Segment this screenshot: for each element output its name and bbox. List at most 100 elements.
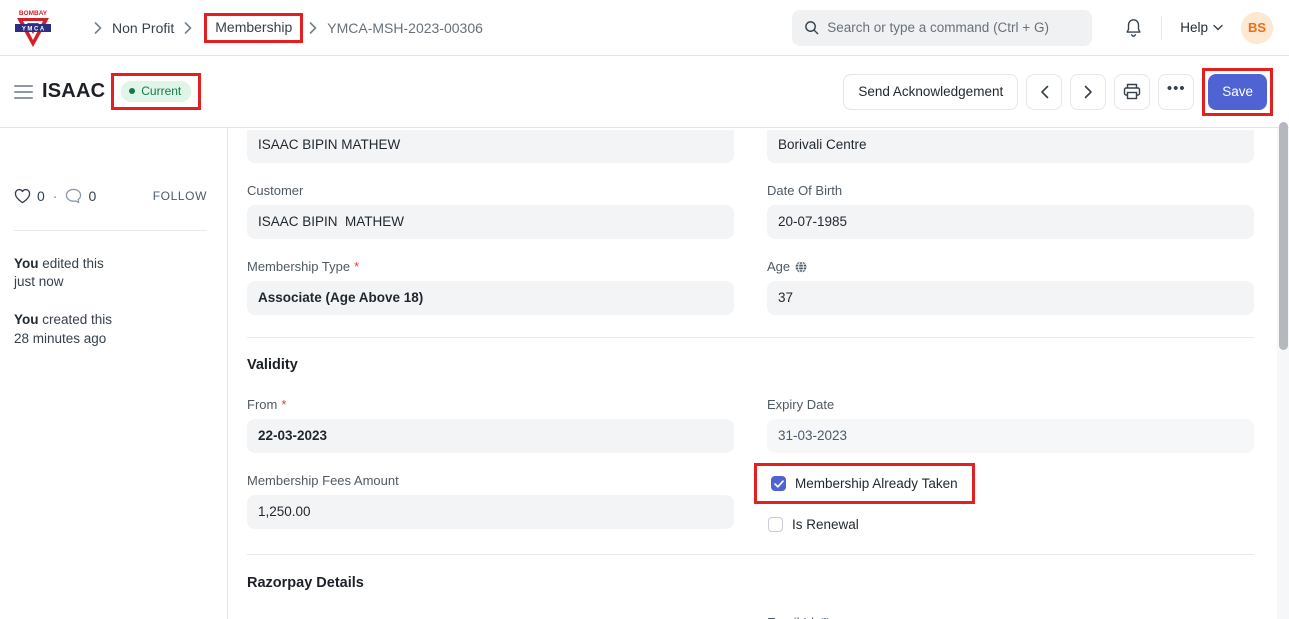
section-divider [247, 554, 1254, 555]
svg-text:BOMBAY: BOMBAY [19, 10, 48, 17]
bell-icon [1124, 18, 1143, 38]
like-count[interactable]: 0 [37, 188, 45, 204]
svg-text:Y M C A: Y M C A [22, 26, 45, 32]
comment-icon[interactable] [65, 188, 82, 204]
activity-action: edited this [39, 256, 104, 271]
save-button[interactable]: Save [1208, 74, 1267, 110]
top-navbar: BOMBAY Y M C A Non Profit Membership YMC… [0, 0, 1289, 56]
chevron-right-icon [184, 22, 192, 34]
form-sidebar: 0 · 0 FOLLOW You edited this just now Yo… [0, 128, 228, 619]
chevron-right-icon [1084, 85, 1093, 99]
globe-icon [795, 261, 807, 273]
activity-action: created this [39, 312, 113, 327]
membership-type-label: Membership Type [247, 259, 350, 274]
activity-time: 28 minutes ago [14, 331, 106, 346]
date-of-birth-input[interactable]: 20-07-1985 [767, 205, 1254, 239]
activity-entry: You edited this just now [14, 255, 207, 291]
activity-actor: You [14, 312, 39, 327]
sidebar-toggle-icon[interactable] [14, 85, 33, 99]
ellipsis-icon: ••• [1167, 80, 1186, 97]
follow-button[interactable]: FOLLOW [153, 189, 207, 203]
expiry-date-field: Expiry Date 31-03-2023 [767, 397, 1254, 453]
checkbox-checked-icon [771, 476, 786, 491]
breadcrumb-membership[interactable]: Membership [215, 19, 292, 35]
razorpay-left-column [247, 615, 734, 619]
chevron-right-icon [94, 22, 102, 34]
chevron-down-icon [1213, 24, 1223, 31]
status-badge: Current [121, 81, 191, 102]
printer-icon [1123, 83, 1141, 100]
member-name-input[interactable]: ISAAC BIPIN MATHEW [247, 130, 734, 163]
customer-field: Customer ISAAC BIPIN MATHEW [247, 183, 734, 239]
centre-input[interactable]: Borivali Centre [767, 130, 1254, 163]
vertical-scrollbar[interactable] [1277, 128, 1289, 619]
help-label: Help [1180, 20, 1208, 35]
membership-form-page: BOMBAY Y M C A Non Profit Membership YMC… [0, 0, 1289, 619]
membership-fees-label: Membership Fees Amount [247, 473, 399, 488]
notifications-button[interactable] [1124, 18, 1143, 38]
razorpay-section-title: Razorpay Details [247, 575, 1254, 591]
email-id-label: Email Id [767, 615, 814, 619]
page-title: ISAAC [42, 80, 105, 103]
activity-actor: You [14, 256, 39, 271]
checkbox-column: Membership Already Taken Is Renewal [767, 473, 1254, 532]
annotation-box-current: Current [111, 73, 201, 110]
membership-type-input[interactable]: Associate (Age Above 18) [247, 281, 734, 315]
dot-separator: · [53, 188, 58, 204]
required-marker: * [281, 397, 286, 412]
help-menu[interactable]: Help [1180, 20, 1223, 35]
sidebar-divider [14, 230, 207, 231]
status-badge-label: Current [141, 84, 181, 98]
membership-already-taken-checkbox[interactable]: Membership Already Taken [771, 476, 958, 491]
age-label: Age [767, 259, 790, 274]
annotation-box-save: Save [1202, 68, 1273, 116]
membership-already-taken-label: Membership Already Taken [795, 476, 958, 491]
previous-document-button[interactable] [1026, 74, 1062, 110]
date-of-birth-field: Date Of Birth 20-07-1985 [767, 183, 1254, 239]
user-avatar[interactable]: BS [1241, 12, 1273, 44]
annotation-box-membership-taken: Membership Already Taken [754, 463, 975, 504]
chevron-left-icon [1040, 85, 1049, 99]
page-header: ISAAC Current Send Acknowledgement ••• S… [0, 56, 1289, 128]
is-renewal-checkbox[interactable]: Is Renewal [768, 517, 1254, 532]
validity-section-title: Validity [247, 357, 1254, 373]
global-search-input[interactable]: Search or type a command (Ctrl + G) [792, 10, 1092, 46]
annotation-box-membership: Membership [204, 13, 303, 43]
content-area: 0 · 0 FOLLOW You edited this just now Yo… [0, 128, 1289, 619]
bombay-ymca-logo[interactable]: BOMBAY Y M C A [14, 7, 52, 49]
membership-fees-field: Membership Fees Amount 1,250.00 [247, 473, 734, 532]
centre-field: Borivali Centre [767, 128, 1254, 163]
print-button[interactable] [1114, 74, 1150, 110]
search-placeholder: Search or type a command (Ctrl + G) [827, 20, 1049, 35]
comment-count[interactable]: 0 [88, 188, 96, 204]
checkbox-unchecked-icon [768, 517, 783, 532]
activity-entry: You created this 28 minutes ago [14, 311, 207, 347]
navbar-divider [1161, 16, 1162, 40]
breadcrumb-document-id: YMCA-MSH-2023-00306 [327, 20, 483, 36]
member-name-field: ISAAC BIPIN MATHEW [247, 128, 734, 163]
heart-icon[interactable] [14, 188, 31, 204]
status-dot-icon [129, 88, 135, 94]
next-document-button[interactable] [1070, 74, 1106, 110]
from-date-input[interactable]: 22-03-2023 [247, 419, 734, 453]
membership-fees-input[interactable]: 1,250.00 [247, 495, 734, 529]
required-marker: * [354, 259, 359, 274]
search-icon [804, 20, 819, 35]
age-input[interactable]: 37 [767, 281, 1254, 315]
from-date-field: From * 22-03-2023 [247, 397, 734, 453]
breadcrumb-non-profit[interactable]: Non Profit [112, 20, 174, 36]
expiry-date-label: Expiry Date [767, 397, 834, 412]
email-id-field: Email Id [767, 615, 1254, 619]
customer-label: Customer [247, 183, 303, 198]
customer-input[interactable]: ISAAC BIPIN MATHEW [247, 205, 734, 239]
menu-button[interactable]: ••• [1158, 74, 1194, 110]
section-divider [247, 337, 1254, 338]
form-body: ISAAC BIPIN MATHEW Borivali Centre Custo… [228, 128, 1289, 619]
date-of-birth-label: Date Of Birth [767, 183, 842, 198]
from-label: From [247, 397, 277, 412]
is-renewal-label: Is Renewal [792, 517, 859, 532]
scrollbar-thumb[interactable] [1279, 122, 1288, 350]
send-acknowledgement-button[interactable]: Send Acknowledgement [843, 74, 1018, 110]
age-field: Age 37 [767, 259, 1254, 315]
expiry-date-input: 31-03-2023 [767, 419, 1254, 453]
